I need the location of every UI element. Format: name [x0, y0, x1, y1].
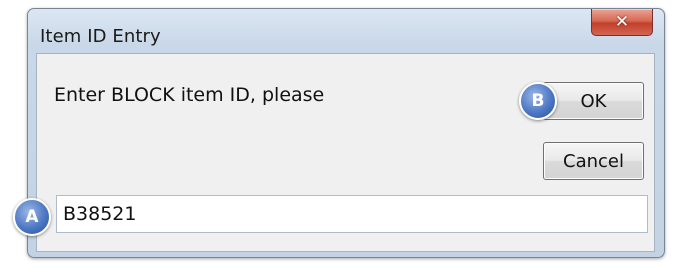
close-icon: ✕: [614, 12, 630, 32]
item-id-input[interactable]: B38521: [56, 195, 648, 233]
screenshot-canvas: Item ID Entry ✕ Enter BLOCK item ID, ple…: [0, 0, 676, 269]
callout-a-marker: A: [13, 198, 51, 236]
title-bar: Item ID Entry ✕: [28, 9, 664, 53]
item-id-entry-dialog: Item ID Entry ✕ Enter BLOCK item ID, ple…: [27, 8, 665, 258]
window-title: Item ID Entry: [40, 26, 161, 47]
close-button[interactable]: ✕: [591, 9, 653, 36]
dialog-body: Enter BLOCK item ID, please OK Cancel B3…: [36, 53, 655, 252]
cancel-button[interactable]: Cancel: [543, 142, 644, 180]
ok-button[interactable]: OK: [543, 82, 644, 120]
prompt-label: Enter BLOCK item ID, please: [54, 84, 325, 106]
callout-b-marker: B: [519, 82, 557, 120]
